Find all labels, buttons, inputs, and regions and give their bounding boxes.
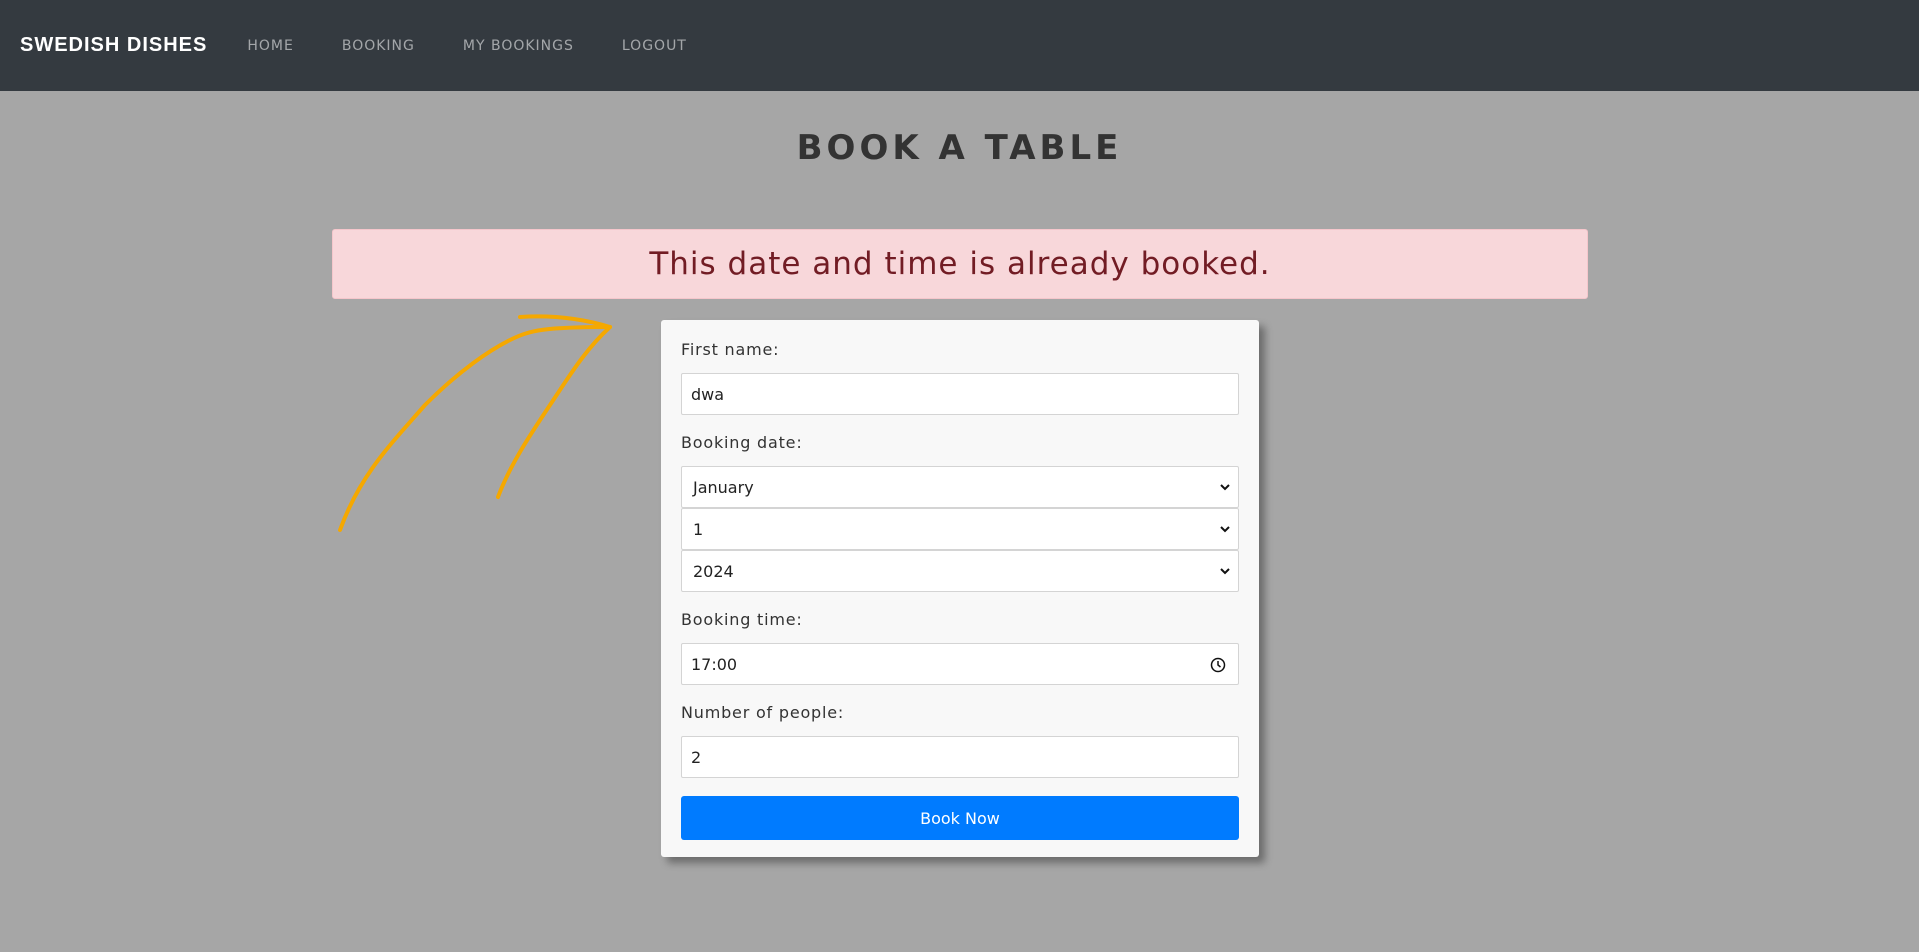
first-name-group: First name: dwa [681,340,1239,415]
alert-message: This date and time is already booked. [649,246,1271,282]
book-now-button[interactable]: Book Now [681,796,1239,840]
year-select[interactable]: 2024 [681,550,1239,592]
booking-form: First name: dwa Booking date: January 1 … [661,320,1259,857]
day-value: 1 [693,519,704,539]
chevron-down-icon [1220,568,1230,575]
first-name-label: First name: [681,340,780,359]
navbar: SWEDISH DISHES HOME BOOKING MY BOOKINGS … [0,0,1919,91]
page-title: BOOK A TABLE [796,128,1123,168]
error-alert: This date and time is already booked. [332,229,1588,299]
chevron-down-icon [1220,484,1230,491]
chevron-down-icon [1220,526,1230,533]
booking-date-group: Booking date: January 1 2024 [681,433,1239,592]
day-select[interactable]: 1 [681,508,1239,550]
booking-time-input[interactable]: 17:00 [681,643,1239,685]
brand-logo[interactable]: SWEDISH DISHES [20,34,207,57]
nav-link-home[interactable]: HOME [247,38,293,54]
nav-link-my-bookings[interactable]: MY BOOKINGS [463,38,574,54]
annotation-arrow-icon [338,314,612,532]
people-input[interactable]: 2 [681,736,1239,778]
first-name-value: dwa [691,384,725,404]
month-select[interactable]: January [681,466,1239,508]
nav-link-logout[interactable]: LOGOUT [622,38,687,54]
people-value: 2 [691,747,702,767]
booking-time-value: 17:00 [691,654,738,674]
year-value: 2024 [693,561,734,581]
nav-link-booking[interactable]: BOOKING [342,38,415,54]
month-value: January [693,477,754,497]
people-group: Number of people: 2 [681,703,1239,778]
booking-date-label: Booking date: [681,433,803,452]
first-name-input[interactable]: dwa [681,373,1239,415]
booking-time-group: Booking time: 17:00 [681,610,1239,685]
people-label: Number of people: [681,703,845,722]
booking-time-label: Booking time: [681,610,803,629]
clock-icon[interactable] [1210,657,1226,673]
nav-links: HOME BOOKING MY BOOKINGS LOGOUT [247,38,735,54]
